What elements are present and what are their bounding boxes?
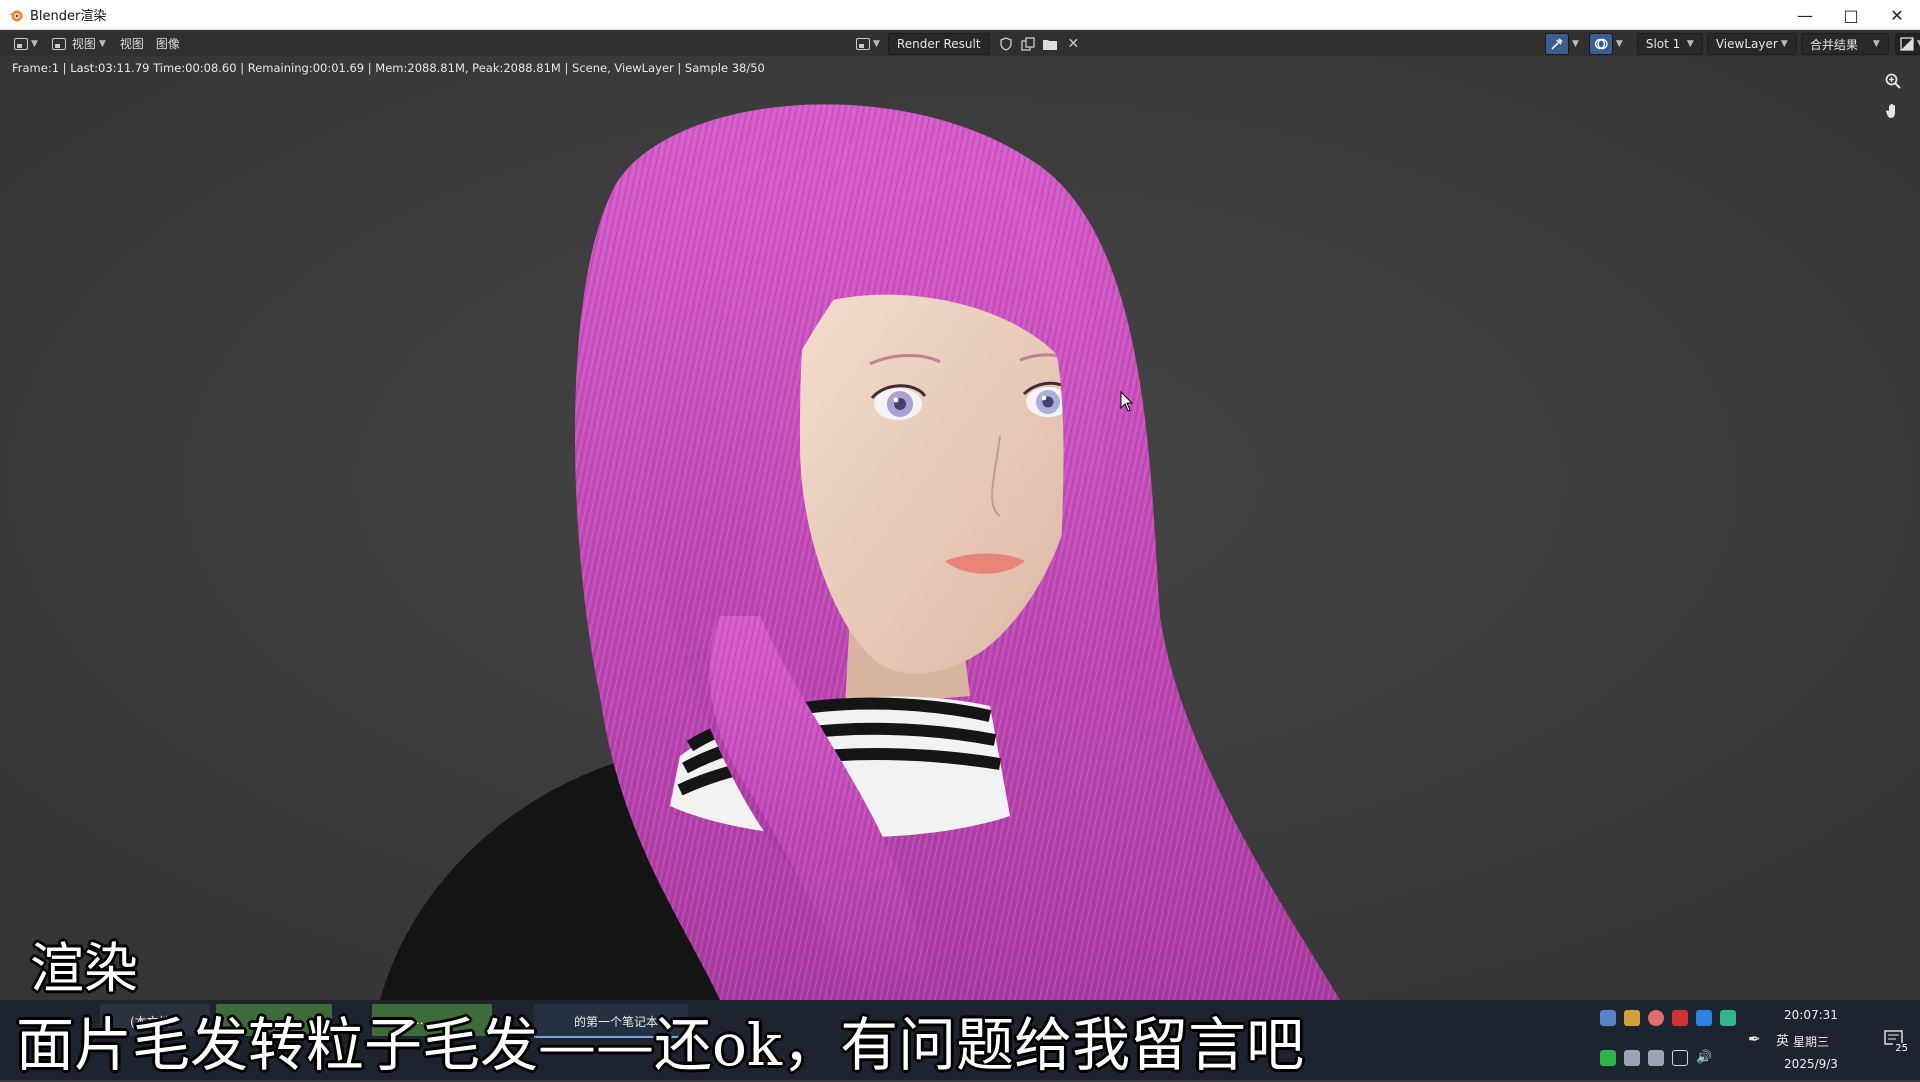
render-image	[0, 56, 1920, 1000]
subtitle-line-2: 面片毛发转粒子毛发——还ok，有问题给我留言吧	[16, 1011, 1305, 1079]
unlink-close-icon[interactable]: ✕	[1068, 36, 1080, 52]
image-browse-icon	[856, 38, 870, 50]
tray-app-icon-3[interactable]	[1648, 1010, 1664, 1026]
render-status-line: Frame:1 | Last:03:11.79 Time:00:08.60 | …	[12, 61, 765, 75]
menu-view[interactable]: 视图	[116, 34, 148, 54]
chevron-down-icon: ▼	[31, 38, 38, 49]
minimize-icon[interactable]: —	[1782, 0, 1828, 30]
overlay-icon	[1594, 38, 1608, 50]
tray-app-icon-8[interactable]	[1624, 1050, 1640, 1066]
chevron-down-icon: ▼	[1872, 39, 1880, 49]
mouse-cursor-icon	[1120, 391, 1134, 412]
menu-image-label: 图像	[155, 37, 180, 51]
fake-user-shield-icon[interactable]	[998, 36, 1014, 52]
notification-count-badge: 25	[1893, 1043, 1910, 1054]
tray-app-icon-1[interactable]	[1600, 1010, 1616, 1026]
tray-app-icon-7[interactable]	[1600, 1050, 1616, 1066]
chevron-down-icon[interactable]: ▼	[1616, 39, 1623, 49]
zoom-icon[interactable]	[1880, 68, 1906, 94]
tray-app-icon-5[interactable]	[1696, 1010, 1712, 1026]
maximize-icon[interactable]: □	[1828, 0, 1874, 30]
menu-view-label: 视图	[119, 37, 144, 51]
render-result-label: Render Result	[896, 37, 981, 51]
chevron-down-icon: ▼	[98, 38, 106, 49]
clock-date[interactable]: 2025/9/3	[1766, 1057, 1856, 1071]
menu-image[interactable]: 图像	[152, 34, 184, 54]
notification-center-icon[interactable]: 25	[1884, 1030, 1910, 1054]
tray-app-icon-6[interactable]	[1720, 1010, 1736, 1026]
subtitle-line-1: 渲染	[30, 937, 138, 1000]
slot-label: Slot 1	[1645, 37, 1681, 51]
overlay-toggle-button[interactable]	[1588, 33, 1613, 55]
chevron-down-icon: ▼	[1780, 39, 1788, 49]
close-icon[interactable]: ✕	[1874, 0, 1920, 30]
image-view-icon	[51, 37, 66, 50]
render-pass-dropdown[interactable]: 合并结果 ▼	[1800, 33, 1889, 55]
window-title: Blender渲染	[30, 9, 107, 24]
tray-app-icon-4[interactable]	[1672, 1010, 1688, 1026]
viewlayer-label: ViewLayer	[1715, 37, 1778, 51]
image-editor-icon	[14, 37, 28, 50]
sample-tool-icon	[1551, 38, 1563, 50]
chevron-down-icon: ▼	[873, 39, 880, 49]
chevron-down-icon[interactable]: ▼	[1572, 39, 1579, 49]
clock-time[interactable]: 20:07:31	[1766, 1008, 1856, 1022]
image-editor-header: ▼ 视图 ▼ 视图 图像 ▼ Render Result ✕ ▼ ▼ Slot …	[0, 31, 1920, 56]
slot-dropdown[interactable]: Slot 1 ▼	[1636, 33, 1703, 55]
hand-pan-icon[interactable]	[1880, 98, 1906, 124]
duplicate-icon[interactable]	[1020, 36, 1036, 52]
tray-app-icon-9[interactable]	[1648, 1050, 1664, 1066]
view-menu-primary-label: 视图	[71, 37, 96, 51]
view-mode-dropdown[interactable]: 视图 ▼	[48, 34, 110, 54]
volume-icon[interactable]: 🔊	[1696, 1050, 1712, 1066]
folder-open-icon[interactable]	[1042, 36, 1058, 52]
network-icon[interactable]	[1672, 1050, 1688, 1066]
window-titlebar: Blender渲染 — □ ✕	[0, 0, 1920, 30]
display-channels-icon	[1900, 37, 1914, 51]
editor-type-button[interactable]: ▼	[10, 34, 42, 54]
chevron-down-icon: ▼	[1686, 39, 1694, 49]
blender-logo-icon	[9, 10, 23, 21]
image-name-field[interactable]: Render Result	[887, 33, 990, 55]
tray-app-icon-2[interactable]	[1624, 1010, 1640, 1026]
viewlayer-dropdown[interactable]: ViewLayer ▼	[1706, 33, 1797, 55]
sample-tool-button[interactable]	[1545, 33, 1569, 55]
pen-icon[interactable]: ✒	[1748, 1030, 1761, 1048]
clock-weekday[interactable]: 星期三	[1766, 1033, 1856, 1050]
display-channels-button[interactable]: ▼	[1894, 33, 1920, 55]
browse-image-button[interactable]: ▼	[852, 34, 884, 54]
render-pass-label: 合并结果	[1809, 37, 1858, 52]
